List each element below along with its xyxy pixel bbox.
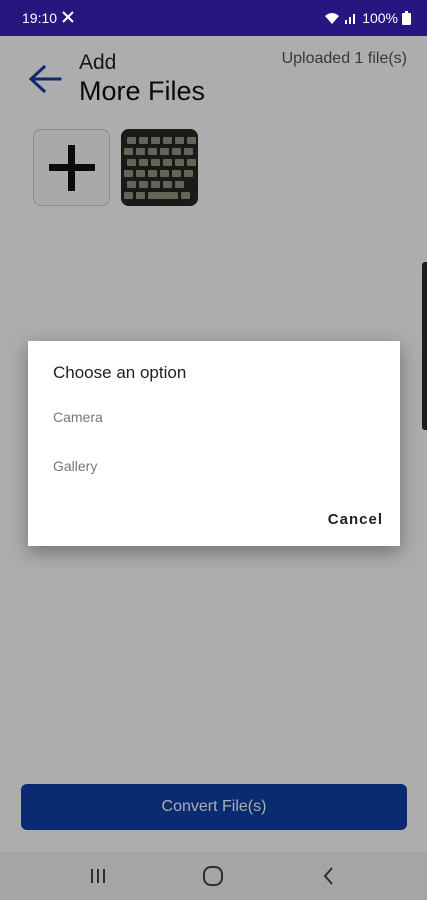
battery-percent: 100% [362, 10, 398, 26]
option-camera[interactable]: Camera [53, 409, 373, 425]
silent-icon [61, 10, 75, 27]
option-gallery[interactable]: Gallery [53, 458, 373, 474]
choose-option-dialog: Choose an option Camera Gallery Cancel [28, 341, 400, 546]
status-bar: 19:10 100% [0, 0, 427, 36]
wifi-icon [324, 11, 340, 25]
status-time: 19:10 [22, 10, 58, 26]
cancel-button[interactable]: Cancel [328, 511, 383, 528]
battery-icon [402, 11, 411, 25]
signal-icon [344, 11, 358, 25]
dialog-title: Choose an option [53, 363, 187, 382]
